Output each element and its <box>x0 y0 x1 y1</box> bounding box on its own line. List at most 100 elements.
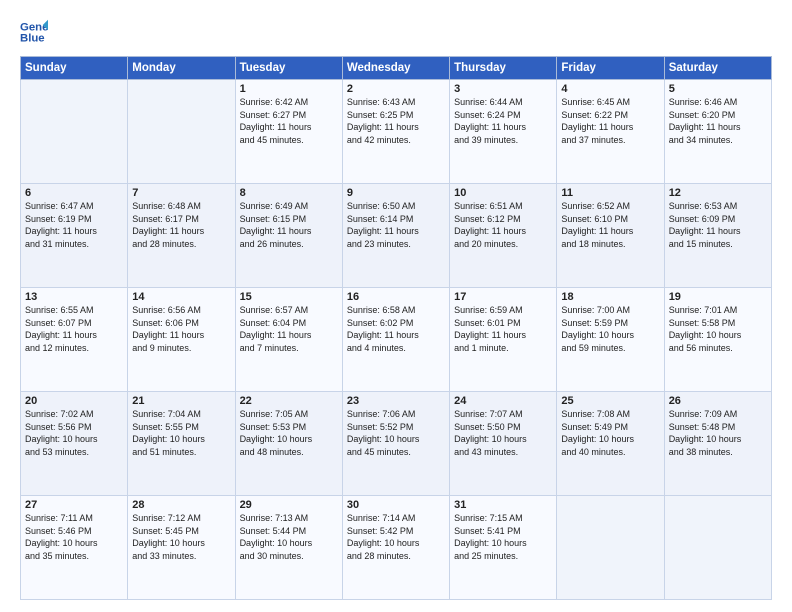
day-info: Sunrise: 6:58 AM Sunset: 6:02 PM Dayligh… <box>347 304 445 354</box>
day-number: 26 <box>669 395 767 407</box>
day-info: Sunrise: 6:51 AM Sunset: 6:12 PM Dayligh… <box>454 200 552 250</box>
calendar-cell: 3Sunrise: 6:44 AM Sunset: 6:24 PM Daylig… <box>450 80 557 184</box>
calendar-cell <box>128 80 235 184</box>
calendar-cell <box>664 496 771 600</box>
day-info: Sunrise: 7:05 AM Sunset: 5:53 PM Dayligh… <box>240 408 338 458</box>
day-info: Sunrise: 7:00 AM Sunset: 5:59 PM Dayligh… <box>561 304 659 354</box>
calendar-week-row: 20Sunrise: 7:02 AM Sunset: 5:56 PM Dayli… <box>21 392 772 496</box>
calendar-cell: 29Sunrise: 7:13 AM Sunset: 5:44 PM Dayli… <box>235 496 342 600</box>
day-number: 11 <box>561 187 659 199</box>
day-info: Sunrise: 7:04 AM Sunset: 5:55 PM Dayligh… <box>132 408 230 458</box>
calendar-cell: 20Sunrise: 7:02 AM Sunset: 5:56 PM Dayli… <box>21 392 128 496</box>
calendar-cell: 15Sunrise: 6:57 AM Sunset: 6:04 PM Dayli… <box>235 288 342 392</box>
calendar-cell: 21Sunrise: 7:04 AM Sunset: 5:55 PM Dayli… <box>128 392 235 496</box>
header-row: SundayMondayTuesdayWednesdayThursdayFrid… <box>21 57 772 80</box>
calendar-cell: 18Sunrise: 7:00 AM Sunset: 5:59 PM Dayli… <box>557 288 664 392</box>
calendar-cell: 6Sunrise: 6:47 AM Sunset: 6:19 PM Daylig… <box>21 184 128 288</box>
calendar-cell: 9Sunrise: 6:50 AM Sunset: 6:14 PM Daylig… <box>342 184 449 288</box>
day-info: Sunrise: 6:57 AM Sunset: 6:04 PM Dayligh… <box>240 304 338 354</box>
calendar-cell: 27Sunrise: 7:11 AM Sunset: 5:46 PM Dayli… <box>21 496 128 600</box>
weekday-header: Saturday <box>664 57 771 80</box>
weekday-header: Sunday <box>21 57 128 80</box>
day-info: Sunrise: 6:56 AM Sunset: 6:06 PM Dayligh… <box>132 304 230 354</box>
calendar-week-row: 6Sunrise: 6:47 AM Sunset: 6:19 PM Daylig… <box>21 184 772 288</box>
calendar-cell: 4Sunrise: 6:45 AM Sunset: 6:22 PM Daylig… <box>557 80 664 184</box>
day-number: 30 <box>347 499 445 511</box>
day-number: 13 <box>25 291 123 303</box>
calendar-cell: 19Sunrise: 7:01 AM Sunset: 5:58 PM Dayli… <box>664 288 771 392</box>
calendar-cell: 12Sunrise: 6:53 AM Sunset: 6:09 PM Dayli… <box>664 184 771 288</box>
day-info: Sunrise: 7:12 AM Sunset: 5:45 PM Dayligh… <box>132 512 230 562</box>
day-number: 16 <box>347 291 445 303</box>
day-info: Sunrise: 6:42 AM Sunset: 6:27 PM Dayligh… <box>240 96 338 146</box>
day-info: Sunrise: 6:43 AM Sunset: 6:25 PM Dayligh… <box>347 96 445 146</box>
weekday-header: Thursday <box>450 57 557 80</box>
svg-text:General: General <box>20 21 48 33</box>
day-number: 24 <box>454 395 552 407</box>
calendar-cell: 25Sunrise: 7:08 AM Sunset: 5:49 PM Dayli… <box>557 392 664 496</box>
weekday-header: Monday <box>128 57 235 80</box>
weekday-header: Tuesday <box>235 57 342 80</box>
day-number: 7 <box>132 187 230 199</box>
calendar-cell: 5Sunrise: 6:46 AM Sunset: 6:20 PM Daylig… <box>664 80 771 184</box>
day-number: 31 <box>454 499 552 511</box>
day-number: 2 <box>347 83 445 95</box>
calendar-cell: 22Sunrise: 7:05 AM Sunset: 5:53 PM Dayli… <box>235 392 342 496</box>
day-info: Sunrise: 6:45 AM Sunset: 6:22 PM Dayligh… <box>561 96 659 146</box>
day-number: 17 <box>454 291 552 303</box>
calendar-cell: 13Sunrise: 6:55 AM Sunset: 6:07 PM Dayli… <box>21 288 128 392</box>
calendar-cell: 10Sunrise: 6:51 AM Sunset: 6:12 PM Dayli… <box>450 184 557 288</box>
calendar-cell: 24Sunrise: 7:07 AM Sunset: 5:50 PM Dayli… <box>450 392 557 496</box>
day-number: 9 <box>347 187 445 199</box>
day-info: Sunrise: 7:14 AM Sunset: 5:42 PM Dayligh… <box>347 512 445 562</box>
calendar-cell: 16Sunrise: 6:58 AM Sunset: 6:02 PM Dayli… <box>342 288 449 392</box>
day-number: 19 <box>669 291 767 303</box>
day-number: 3 <box>454 83 552 95</box>
svg-text:Blue: Blue <box>20 33 45 45</box>
day-info: Sunrise: 6:47 AM Sunset: 6:19 PM Dayligh… <box>25 200 123 250</box>
day-info: Sunrise: 7:08 AM Sunset: 5:49 PM Dayligh… <box>561 408 659 458</box>
page: General Blue SundayMondayTuesdayWednesda… <box>0 0 792 612</box>
day-info: Sunrise: 6:44 AM Sunset: 6:24 PM Dayligh… <box>454 96 552 146</box>
day-number: 28 <box>132 499 230 511</box>
calendar-table: SundayMondayTuesdayWednesdayThursdayFrid… <box>20 56 772 600</box>
day-info: Sunrise: 6:48 AM Sunset: 6:17 PM Dayligh… <box>132 200 230 250</box>
calendar-cell: 8Sunrise: 6:49 AM Sunset: 6:15 PM Daylig… <box>235 184 342 288</box>
day-info: Sunrise: 7:15 AM Sunset: 5:41 PM Dayligh… <box>454 512 552 562</box>
day-info: Sunrise: 7:13 AM Sunset: 5:44 PM Dayligh… <box>240 512 338 562</box>
day-info: Sunrise: 6:55 AM Sunset: 6:07 PM Dayligh… <box>25 304 123 354</box>
day-info: Sunrise: 7:06 AM Sunset: 5:52 PM Dayligh… <box>347 408 445 458</box>
calendar-cell <box>557 496 664 600</box>
calendar-cell: 2Sunrise: 6:43 AM Sunset: 6:25 PM Daylig… <box>342 80 449 184</box>
calendar-cell: 1Sunrise: 6:42 AM Sunset: 6:27 PM Daylig… <box>235 80 342 184</box>
day-number: 27 <box>25 499 123 511</box>
day-info: Sunrise: 7:02 AM Sunset: 5:56 PM Dayligh… <box>25 408 123 458</box>
calendar-cell: 11Sunrise: 6:52 AM Sunset: 6:10 PM Dayli… <box>557 184 664 288</box>
day-number: 5 <box>669 83 767 95</box>
calendar-week-row: 27Sunrise: 7:11 AM Sunset: 5:46 PM Dayli… <box>21 496 772 600</box>
day-number: 29 <box>240 499 338 511</box>
weekday-header: Wednesday <box>342 57 449 80</box>
day-number: 23 <box>347 395 445 407</box>
header: General Blue <box>20 18 772 46</box>
day-number: 15 <box>240 291 338 303</box>
day-number: 1 <box>240 83 338 95</box>
day-info: Sunrise: 7:09 AM Sunset: 5:48 PM Dayligh… <box>669 408 767 458</box>
calendar-cell: 14Sunrise: 6:56 AM Sunset: 6:06 PM Dayli… <box>128 288 235 392</box>
calendar-week-row: 13Sunrise: 6:55 AM Sunset: 6:07 PM Dayli… <box>21 288 772 392</box>
calendar-cell: 30Sunrise: 7:14 AM Sunset: 5:42 PM Dayli… <box>342 496 449 600</box>
day-number: 6 <box>25 187 123 199</box>
calendar-cell: 7Sunrise: 6:48 AM Sunset: 6:17 PM Daylig… <box>128 184 235 288</box>
day-number: 25 <box>561 395 659 407</box>
calendar-cell: 17Sunrise: 6:59 AM Sunset: 6:01 PM Dayli… <box>450 288 557 392</box>
day-number: 4 <box>561 83 659 95</box>
day-number: 10 <box>454 187 552 199</box>
day-number: 14 <box>132 291 230 303</box>
day-info: Sunrise: 6:59 AM Sunset: 6:01 PM Dayligh… <box>454 304 552 354</box>
weekday-header: Friday <box>557 57 664 80</box>
day-info: Sunrise: 7:01 AM Sunset: 5:58 PM Dayligh… <box>669 304 767 354</box>
day-number: 22 <box>240 395 338 407</box>
calendar-cell <box>21 80 128 184</box>
day-info: Sunrise: 6:50 AM Sunset: 6:14 PM Dayligh… <box>347 200 445 250</box>
calendar-cell: 23Sunrise: 7:06 AM Sunset: 5:52 PM Dayli… <box>342 392 449 496</box>
